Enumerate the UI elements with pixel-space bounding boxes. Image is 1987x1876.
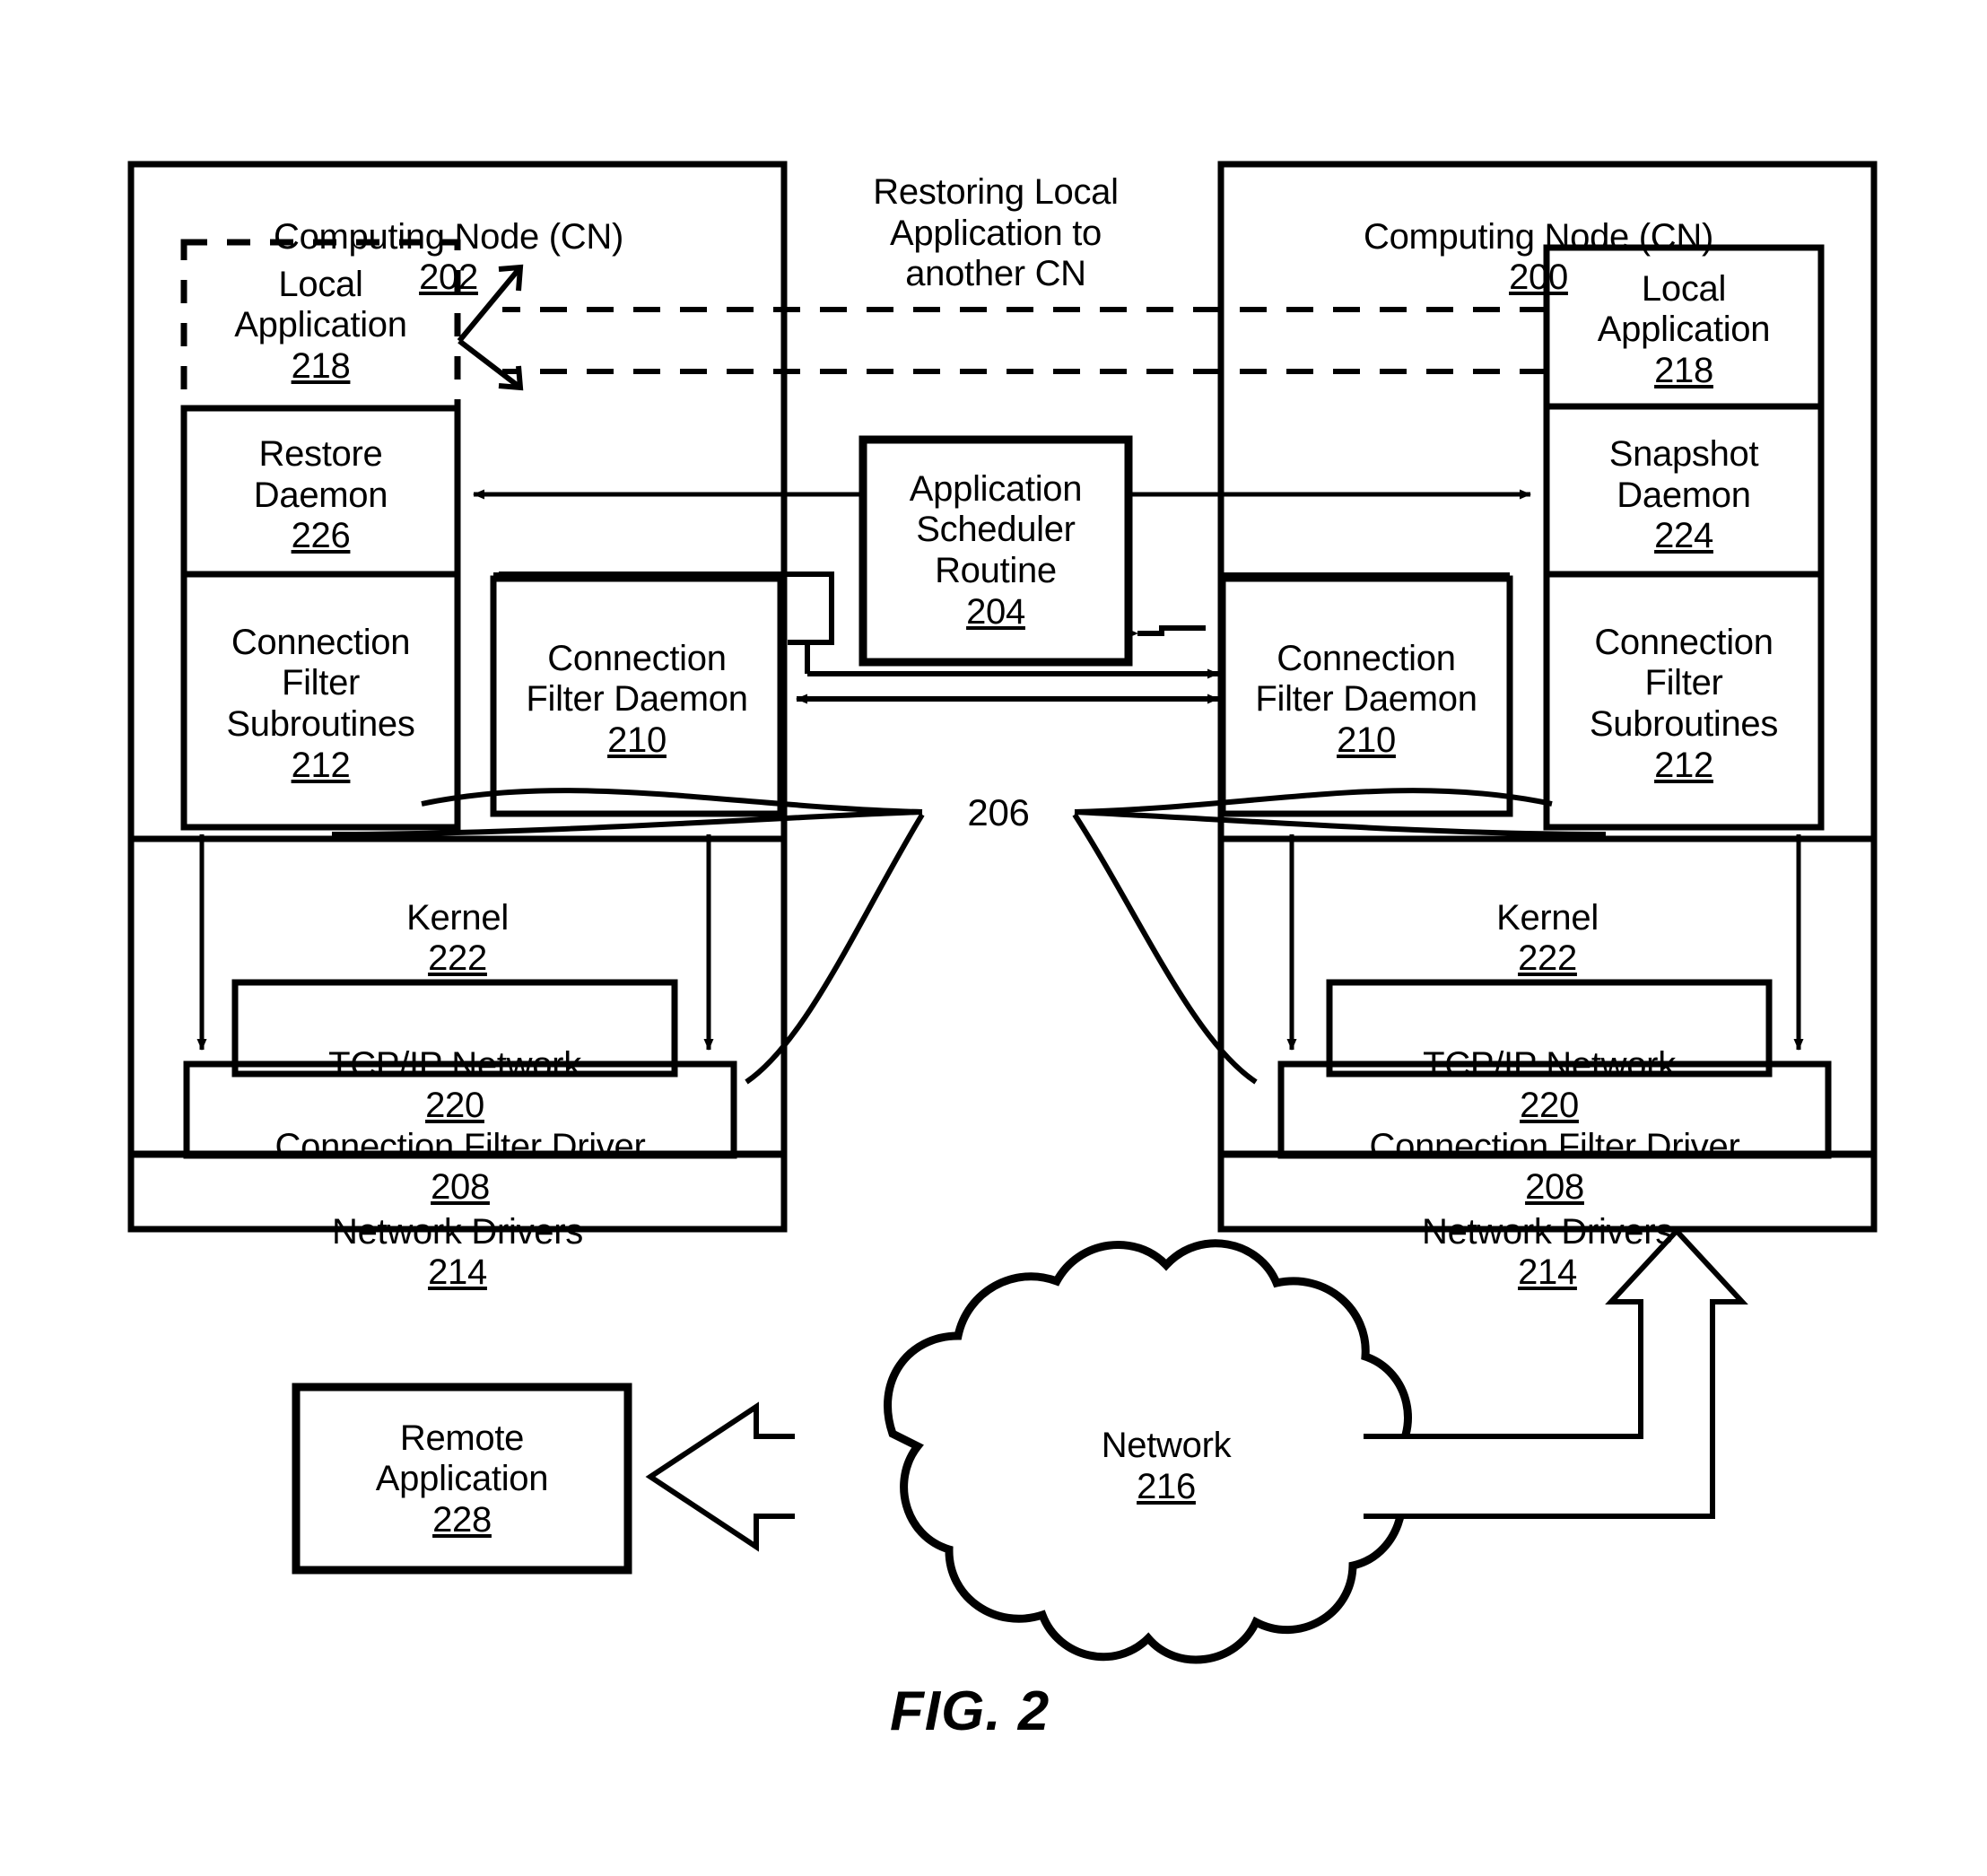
left-kernel-label-group: Kernel 222 (131, 857, 784, 980)
connection-206-ref: 206 (931, 791, 1066, 834)
restoring-caption: Restoring Local Application to another C… (873, 172, 1119, 294)
right-kernel-label-group: Kernel 222 (1221, 857, 1874, 980)
left-network-drivers-label: Network Drivers (332, 1211, 583, 1252)
right-connection-filter-subroutines-block[interactable]: Connection Filter Subroutines 212 (1547, 583, 1821, 825)
network-cloud-label: Network (1101, 1426, 1232, 1466)
left-restore-daemon-ref: 226 (291, 516, 351, 556)
left-connection-filter-subroutines-ref: 212 (291, 745, 351, 785)
left-network-drivers-ref: 214 (428, 1252, 487, 1293)
right-connection-filter-subroutines-label: Connection Filter Subroutines (1589, 622, 1779, 744)
remote-application-label: Remote Application (375, 1418, 549, 1499)
right-kernel-ref: 222 (1518, 938, 1577, 979)
right-connection-filter-daemon-ref: 210 (1337, 720, 1396, 760)
left-local-application-label: Local Application (234, 264, 407, 345)
left-connection-filter-subroutines-block[interactable]: Connection Filter Subroutines 212 (184, 583, 458, 825)
left-connection-filter-daemon-block[interactable]: Connection Filter Daemon 210 (495, 588, 779, 812)
left-kernel-ref: 222 (428, 938, 487, 979)
right-network-drivers-ref: 214 (1518, 1252, 1577, 1293)
left-kernel-label: Kernel (406, 897, 509, 938)
application-scheduler-routine-label: Application Scheduler Routine (909, 468, 1083, 590)
remote-application-ref: 228 (432, 1499, 492, 1540)
right-kernel-label: Kernel (1496, 897, 1599, 938)
right-network-drivers-block[interactable]: Network Drivers 214 (1221, 1171, 1874, 1294)
right-tcpip-network-label: TCP/IP Network (1423, 1044, 1676, 1085)
remote-application-block[interactable]: Remote Application 228 (296, 1396, 628, 1563)
right-local-application-label: Local Application (1597, 268, 1771, 350)
application-scheduler-routine-block[interactable]: Application Scheduler Routine 204 (863, 449, 1129, 653)
right-local-application-ref: 218 (1654, 350, 1713, 390)
left-restore-daemon-block[interactable]: Restore Daemon 226 (184, 422, 458, 570)
application-scheduler-routine-ref: 204 (966, 591, 1025, 632)
patent-figure-2: Computing Node (CN) 202 Local Applicatio… (0, 0, 1987, 1876)
network-cloud-ref: 216 (1137, 1467, 1196, 1506)
right-connection-filter-daemon-label: Connection Filter Daemon (1255, 638, 1477, 720)
figure-label: FIG. 2 (890, 1680, 1050, 1742)
left-connection-filter-daemon-label: Connection Filter Daemon (526, 638, 748, 720)
right-snapshot-daemon-ref: 224 (1654, 516, 1713, 556)
network-cloud-block[interactable]: Network 216 (1005, 1404, 1328, 1530)
left-network-drivers-block[interactable]: Network Drivers 214 (131, 1171, 784, 1294)
left-tcpip-network-label: TCP/IP Network (328, 1044, 581, 1085)
right-connection-filter-daemon-block[interactable]: Connection Filter Daemon 210 (1224, 588, 1508, 812)
left-local-application-ref: 218 (291, 345, 351, 386)
left-connection-filter-driver-label: Connection Filter Driver (275, 1126, 646, 1166)
left-restore-daemon-label: Restore Daemon (253, 434, 388, 515)
left-connection-filter-daemon-ref: 210 (607, 720, 667, 760)
right-connection-filter-driver-label: Connection Filter Driver (1369, 1126, 1740, 1166)
right-local-application-block[interactable]: Local Application 218 (1547, 258, 1821, 402)
left-connection-filter-subroutines-label: Connection Filter Subroutines (226, 622, 415, 744)
right-snapshot-daemon-label: Snapshot Daemon (1608, 434, 1759, 515)
right-snapshot-daemon-block[interactable]: Snapshot Daemon 224 (1547, 422, 1821, 570)
right-connection-filter-subroutines-ref: 212 (1654, 745, 1713, 785)
left-local-application-block[interactable]: Local Application 218 (184, 254, 458, 397)
right-network-drivers-label: Network Drivers (1422, 1211, 1673, 1252)
